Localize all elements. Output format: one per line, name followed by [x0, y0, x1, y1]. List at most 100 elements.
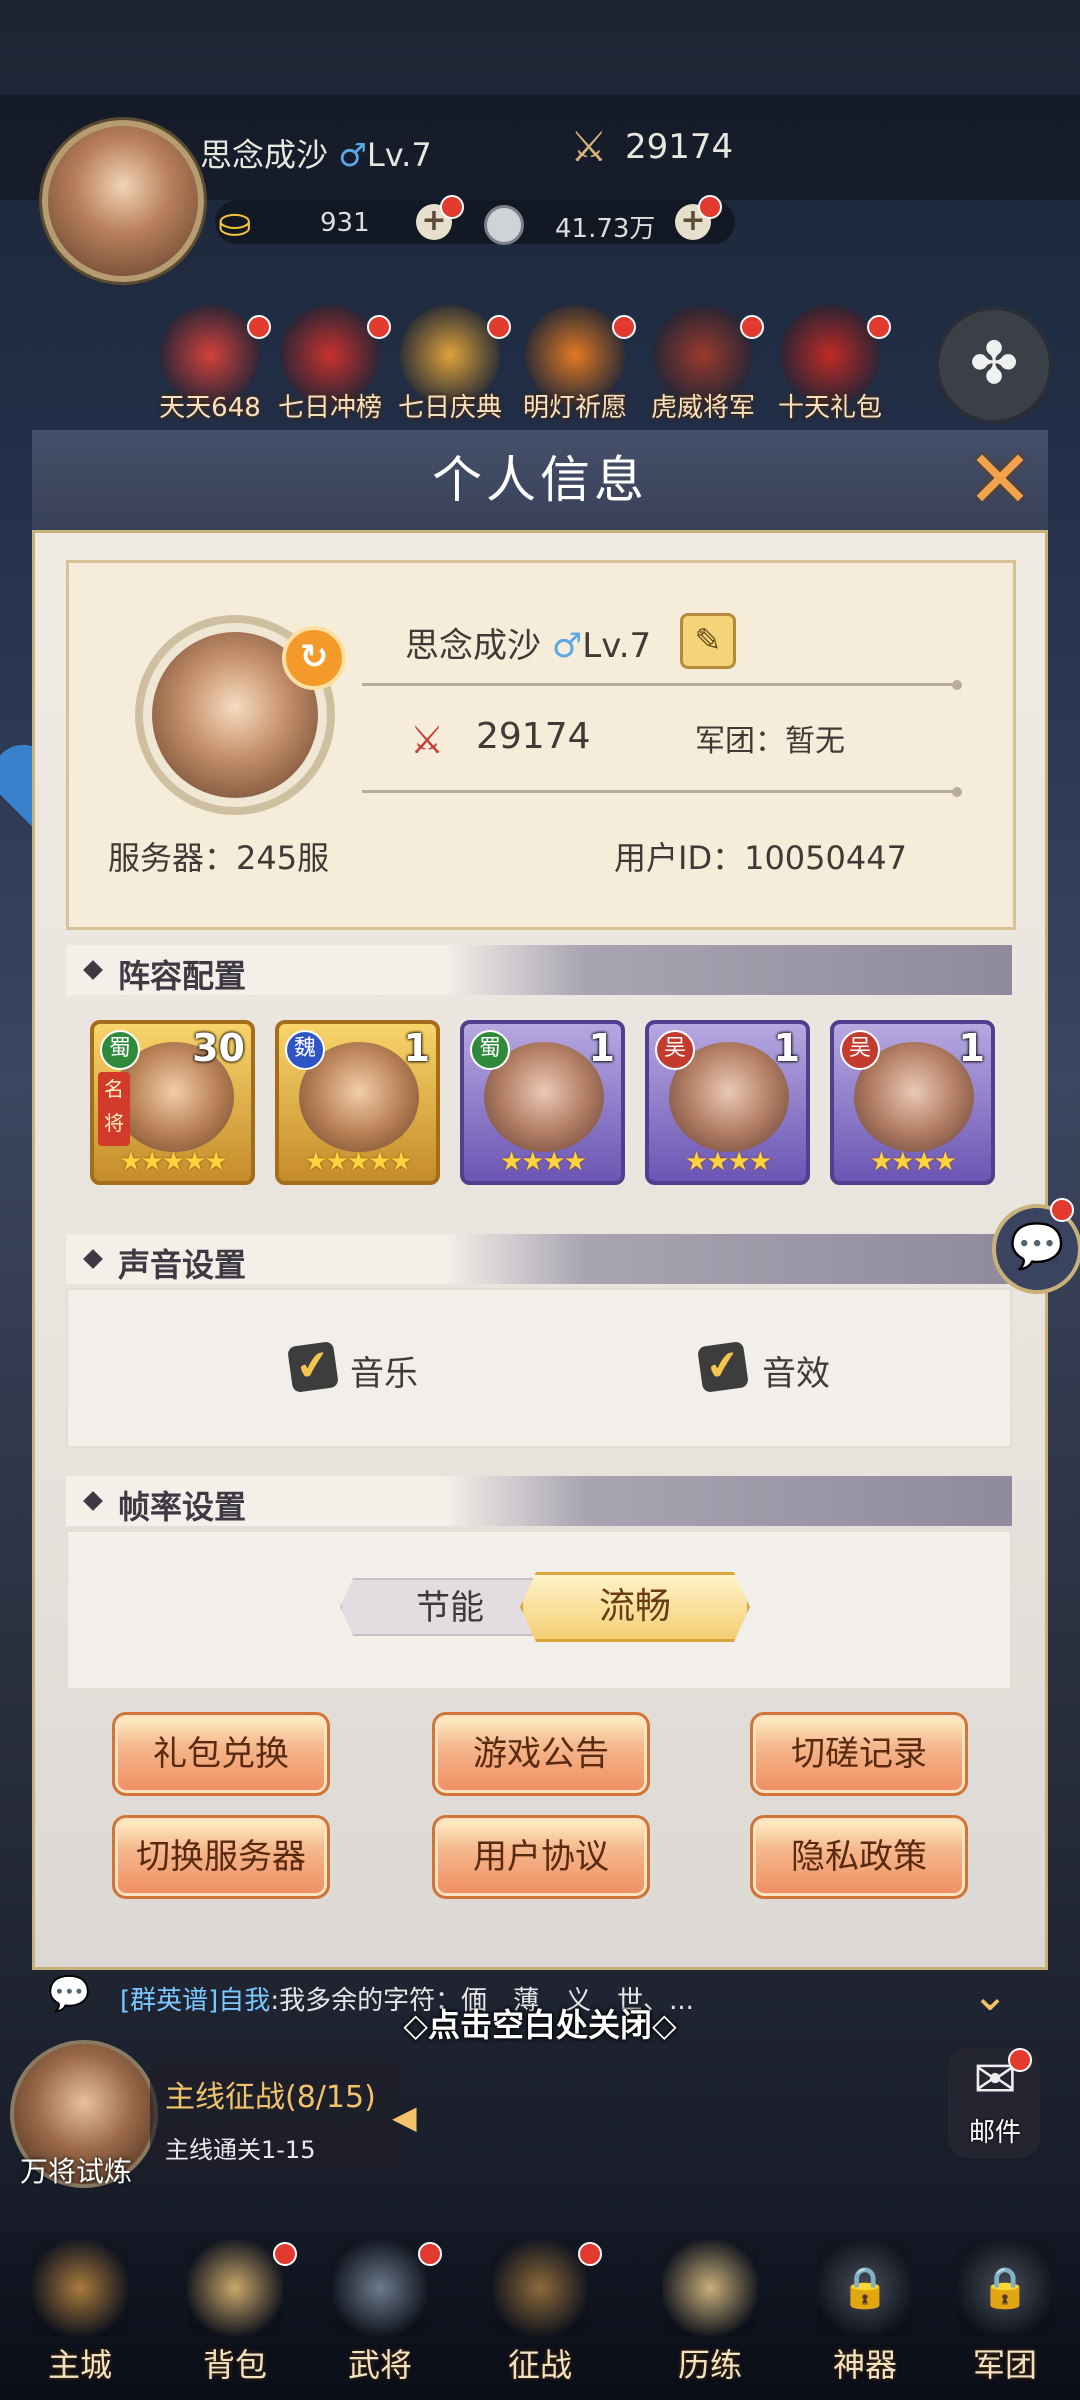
nav-icon: 🔒: [817, 2240, 913, 2336]
divider: [362, 790, 957, 793]
nav-item[interactable]: 历练: [640, 2240, 780, 2386]
nav-label: 历练: [677, 2346, 742, 2384]
nav-icon: [662, 2240, 758, 2336]
notification-dot: [698, 195, 722, 219]
framerate-section-header: 帧率设置: [66, 1476, 1012, 1526]
sound-settings-box: [66, 1288, 1012, 1448]
gift-redeem-button[interactable]: 礼包兑换: [112, 1712, 330, 1796]
player-power: 29174: [625, 127, 734, 167]
notification-dot: [867, 315, 891, 339]
effects-label: 音效: [762, 1354, 830, 1394]
change-avatar-icon[interactable]: ↻: [282, 626, 346, 690]
notification-dot: [273, 2242, 297, 2266]
activity-item[interactable]: 七日庆典: [395, 305, 511, 424]
chevron-left-icon[interactable]: ◀: [392, 2098, 426, 2142]
activity-item[interactable]: 天天648: [155, 305, 271, 424]
framerate-smooth-option[interactable]: 流畅: [520, 1572, 750, 1642]
hero-card[interactable]: 魏 1 ★★★★★: [275, 1020, 440, 1185]
nav-label: 征战: [507, 2346, 572, 2384]
trial-label: 万将试炼: [20, 2155, 133, 2188]
nav-label: 军团: [972, 2346, 1037, 2384]
star-rating: ★★★★: [499, 1147, 587, 1177]
silver-amount: 41.73万: [555, 214, 656, 244]
nav-item[interactable]: 🔒 神器: [795, 2240, 935, 2386]
profile-name-text: 思念成沙: [405, 626, 541, 666]
gender-icon: ♂: [338, 136, 367, 174]
activity-label: 十天礼包: [777, 393, 882, 423]
notification-dot: [612, 315, 636, 339]
activity-item[interactable]: 七日冲榜: [275, 305, 391, 424]
profile-server: 服务器：245服: [108, 839, 330, 877]
nav-item[interactable]: 武将: [310, 2240, 450, 2386]
nav-item[interactable]: 背包: [165, 2240, 305, 2386]
hero-card[interactable]: 蜀 1 ★★★★: [460, 1020, 625, 1185]
switch-server-button[interactable]: 切换服务器: [112, 1815, 330, 1899]
modal-title: 个人信息: [432, 451, 648, 509]
lock-icon: 🔒: [980, 2265, 1030, 2311]
nav-label: 背包: [202, 2346, 267, 2384]
notification-dot: [1008, 2048, 1032, 2072]
crossed-swords-icon: ⚔: [410, 718, 445, 762]
announcement-button[interactable]: 游戏公告: [432, 1712, 650, 1796]
edit-name-icon[interactable]: ✎: [680, 613, 736, 669]
profile-name: 思念成沙 ♂Lv.7: [405, 618, 651, 667]
player-avatar[interactable]: [42, 120, 204, 282]
nav-item[interactable]: 主城: [10, 2240, 150, 2386]
star-rating: ★★★★★: [119, 1147, 228, 1177]
activity-item[interactable]: 虎威将军: [648, 305, 764, 424]
lock-icon: 🔒: [840, 2265, 890, 2311]
activity-item[interactable]: 明灯祈愿: [520, 305, 636, 424]
kingdom-badge: 魏: [285, 1030, 325, 1070]
profile-user-id: 用户ID：10050447: [614, 839, 907, 877]
divider: [362, 683, 957, 686]
activity-label: 七日庆典: [397, 393, 502, 423]
sound-title: 声音设置: [118, 1246, 247, 1284]
notification-dot: [440, 195, 464, 219]
music-checkbox[interactable]: ✔: [287, 1341, 339, 1393]
hero-level: 1: [403, 1026, 430, 1070]
nav-item[interactable]: 🔒 军团: [935, 2240, 1075, 2386]
famous-general-tag: 名将: [98, 1072, 130, 1146]
user-agreement-button[interactable]: 用户协议: [432, 1815, 650, 1899]
nav-icon: [332, 2240, 428, 2336]
hero-level: 30: [192, 1026, 245, 1070]
close-hint: ◇点击空白处关闭◇: [403, 2006, 677, 2044]
gold-amount: 931: [320, 208, 370, 238]
notification-dot: [367, 315, 391, 339]
lineup-section-header: 阵容配置: [66, 945, 1012, 995]
gold-ingot-icon: ⛀: [218, 200, 252, 246]
player-level: Lv.7: [366, 136, 432, 174]
nav-label: 主城: [47, 2346, 112, 2384]
nav-item[interactable]: 征战: [470, 2240, 610, 2386]
nav-icon: 🔒: [957, 2240, 1053, 2336]
notification-dot: [487, 315, 511, 339]
hero-card[interactable]: 蜀 30 名将 ★★★★★: [90, 1020, 255, 1185]
hero-card[interactable]: 吴 1 ★★★★: [645, 1020, 810, 1185]
player-name-text: 思念成沙: [200, 136, 329, 174]
mail-label: 邮件: [968, 2118, 1021, 2148]
profile-legion: 军团：暂无: [695, 724, 845, 759]
nav-icon: [187, 2240, 283, 2336]
notification-dot: [1050, 1198, 1074, 1222]
activity-item[interactable]: 十天礼包: [775, 305, 891, 424]
sound-section-header: 声音设置: [66, 1234, 1012, 1284]
framerate-title: 帧率设置: [118, 1488, 247, 1526]
hero-card[interactable]: 吴 1 ★★★★: [830, 1020, 995, 1185]
kingdom-badge: 蜀: [100, 1030, 140, 1070]
menu-flower-icon[interactable]: ✤: [935, 306, 1053, 424]
activity-label: 天天648: [159, 393, 261, 423]
close-icon[interactable]: ✕: [960, 440, 1040, 520]
diamond-icon: [83, 1491, 103, 1511]
star-rating: ★★★★★: [304, 1147, 413, 1177]
notification-dot: [247, 315, 271, 339]
profile-level: Lv.7: [582, 626, 652, 666]
activity-label: 明灯祈愿: [522, 393, 627, 423]
privacy-policy-button[interactable]: 隐私政策: [750, 1815, 968, 1899]
crossed-swords-icon: ⚔: [570, 122, 608, 171]
effects-checkbox[interactable]: ✔: [697, 1341, 749, 1393]
divider-dot: [952, 680, 962, 690]
lineup-title: 阵容配置: [118, 957, 247, 995]
notification-dot: [418, 2242, 442, 2266]
duel-record-button[interactable]: 切磋记录: [750, 1712, 968, 1796]
music-label: 音乐: [350, 1354, 418, 1394]
